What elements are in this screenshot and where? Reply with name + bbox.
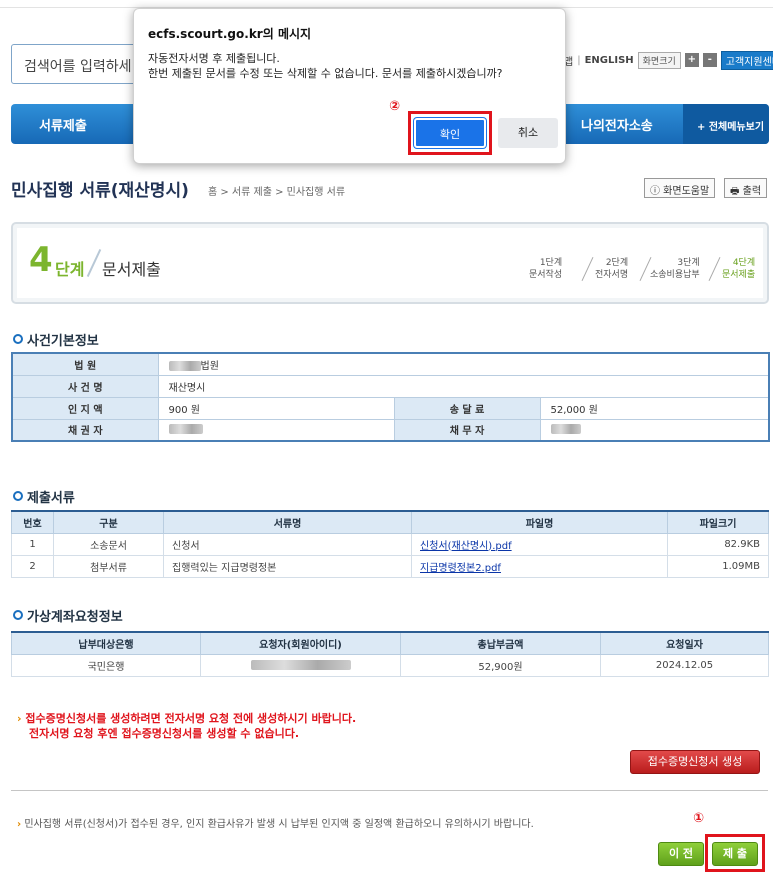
zoom-in-button[interactable]: + [684,53,699,67]
document-type: 첨부서류 [53,554,164,578]
case-info-title: 사건기본정보 [13,330,99,349]
printer-icon: 🖶 [730,186,740,197]
column-header: 요청일자 [600,631,769,655]
table-row: 사 건 명 재산명시 [11,374,770,398]
breadcrumb: 홈 > 서류 제출 > 민사집행 서류 [208,187,346,198]
file-name-cell: 지급명령정본2.pdf [411,554,668,578]
nav-item-my-ecase[interactable]: 나의전자소송 [581,115,653,134]
debtor-label: 채 무 자 [393,418,541,442]
redacted-text [550,424,581,435]
print-button[interactable]: 🖶 출력 [724,178,768,198]
file-name-cell: 신청서(재산명시).pdf [411,532,668,556]
all-menu-button[interactable]: + 전체메뉴보기 [683,104,769,144]
mini-step-divider [581,257,594,281]
submit-documents-title: 제출서류 [13,487,75,506]
request-date: 2024.12.05 [600,653,769,677]
case-name-value: 재산명시 [157,374,770,398]
stamp-fee-label: 인 지 액 [11,396,159,420]
mini-step-divider [708,257,721,281]
step-name: 문서제출 [102,260,161,279]
top-links: 맵 | ENGLISH 화면크기 + - 고객지원센터 [564,50,773,70]
delivery-fee-value: 52,000 원 [539,396,770,420]
table-header-row: 납부대상은행 요청자(회원아이디) 총납부금액 요청일자 [11,631,769,655]
arrow-icon: › [17,712,22,725]
column-header: 요청자(회원아이디) [200,631,401,655]
prev-button[interactable]: 이 전 [658,842,704,866]
table-row: 채 권 자 채 무 자 [11,418,770,442]
table-row: 2 첨부서류 집행력있는 지급명령정본 지급명령정본2.pdf 1.09MB [11,554,769,578]
column-header: 파일크기 [667,510,769,534]
column-header: 파일명 [411,510,668,534]
file-size: 82.9KB [667,532,769,556]
virtual-account-title: 가상계좌요청정보 [13,606,123,625]
document-type: 소송문서 [53,532,164,556]
redacted-text [250,659,351,670]
step-number: 4 [29,240,53,280]
nav-item-document-submit[interactable]: 서류제출 [39,115,87,134]
redacted-text [168,360,201,371]
dialog-title: ecfs.scourt.go.kr의 메시지 [148,27,312,41]
annotation-highlight-ok [408,111,492,155]
virtual-account-table: 납부대상은행 요청자(회원아이디) 총납부금액 요청일자 국민은행 52,900… [11,631,769,677]
column-header: 구분 [53,510,164,534]
step-unit: 단계 [55,260,85,279]
annotation-badge-1: ① [693,811,705,826]
table-row: 1 소송문서 신청서 신청서(재산명시).pdf 82.9KB [11,532,769,556]
row-number: 2 [11,554,54,578]
help-button[interactable]: ⓘ 화면도움말 [644,178,716,198]
column-header: 총납부금액 [400,631,601,655]
refund-note: › 민사집행 서류(신청서)가 접수된 경우, 인지 환급사유가 발생 시 납부… [17,819,534,830]
link-divider: | [577,54,581,66]
print-label: 출력 [742,186,762,197]
creditor-label: 채 권 자 [11,418,159,442]
debtor-value [539,418,770,442]
arrow-icon: › [17,819,22,830]
zoom-out-button[interactable]: - [702,53,717,67]
confirm-dialog: ecfs.scourt.go.kr의 메시지 자동전자서명 후 제출됩니다. 한… [133,8,566,164]
table-row: 국민은행 52,900원 2024.12.05 [11,653,769,677]
table-row: 법 원 법원 [11,352,770,376]
column-header: 번호 [11,510,54,534]
dialog-cancel-button[interactable]: 취소 [498,118,558,148]
creditor-value [157,418,395,442]
page-title: 민사집행 서류(재산명시) [11,181,189,201]
column-header: 서류명 [163,510,412,534]
stamp-fee-value: 900 원 [157,396,395,420]
file-link[interactable]: 신청서(재산명시).pdf [420,541,512,552]
divider [11,790,768,791]
generate-receipt-button[interactable]: 접수증명신청서 생성 [630,750,760,774]
annotation-badge-2: ② [389,99,401,114]
document-name: 집행력있는 지급명령정본 [163,554,412,578]
font-size-button[interactable]: 화면크기 [637,51,681,69]
step-divider [86,248,102,278]
document-name: 신청서 [163,532,412,556]
bank-name: 국민은행 [11,653,201,677]
case-name-label: 사 건 명 [11,374,159,398]
total-amount: 52,900원 [400,653,601,677]
table-row: 인 지 액 900 원 송 달 료 52,000 원 [11,396,770,420]
court-label: 법 원 [11,352,159,376]
mini-step-4: 4단계 문서제출 [722,258,756,280]
file-link[interactable]: 지급명령정본2.pdf [420,563,501,574]
annotation-highlight-submit [705,834,765,872]
mini-step-2: 2단계 전자서명 [595,258,629,280]
redacted-text [168,424,203,435]
dialog-message: 자동전자서명 후 제출됩니다. 한번 제출된 문서를 수정 또는 삭제할 수 없… [148,52,503,80]
row-number: 1 [11,532,54,556]
mini-step-1: 1단계 문서작성 [529,258,563,280]
customer-center-button[interactable]: 고객지원센터 [720,50,773,70]
court-value: 법원 [157,352,770,376]
warning-message: › 접수증명신청서를 생성하려면 전자서명 요청 전에 생성하시기 바랍니다. … [17,712,357,740]
table-header-row: 번호 구분 서류명 파일명 파일크기 [11,510,769,534]
requester-id [200,653,401,677]
step-indicator: 4 단계 문서제출 1단계 문서작성 2단계 전자서명 3단계 소송비용납부 4단계 문… [11,222,769,304]
column-header: 납부대상은행 [11,631,201,655]
file-size: 1.09MB [667,554,769,578]
case-info-table: 법 원 법원 사 건 명 재산명시 인 지 액 900 원 송 달 료 52,0… [11,352,770,442]
mini-step-3: 3단계 소송비용납부 [650,258,700,280]
delivery-fee-label: 송 달 료 [393,396,541,420]
english-link[interactable]: ENGLISH [585,55,634,66]
top-border [0,0,773,8]
submit-documents-table: 번호 구분 서류명 파일명 파일크기 1 소송문서 신청서 신청서(재산명시).… [11,510,769,578]
